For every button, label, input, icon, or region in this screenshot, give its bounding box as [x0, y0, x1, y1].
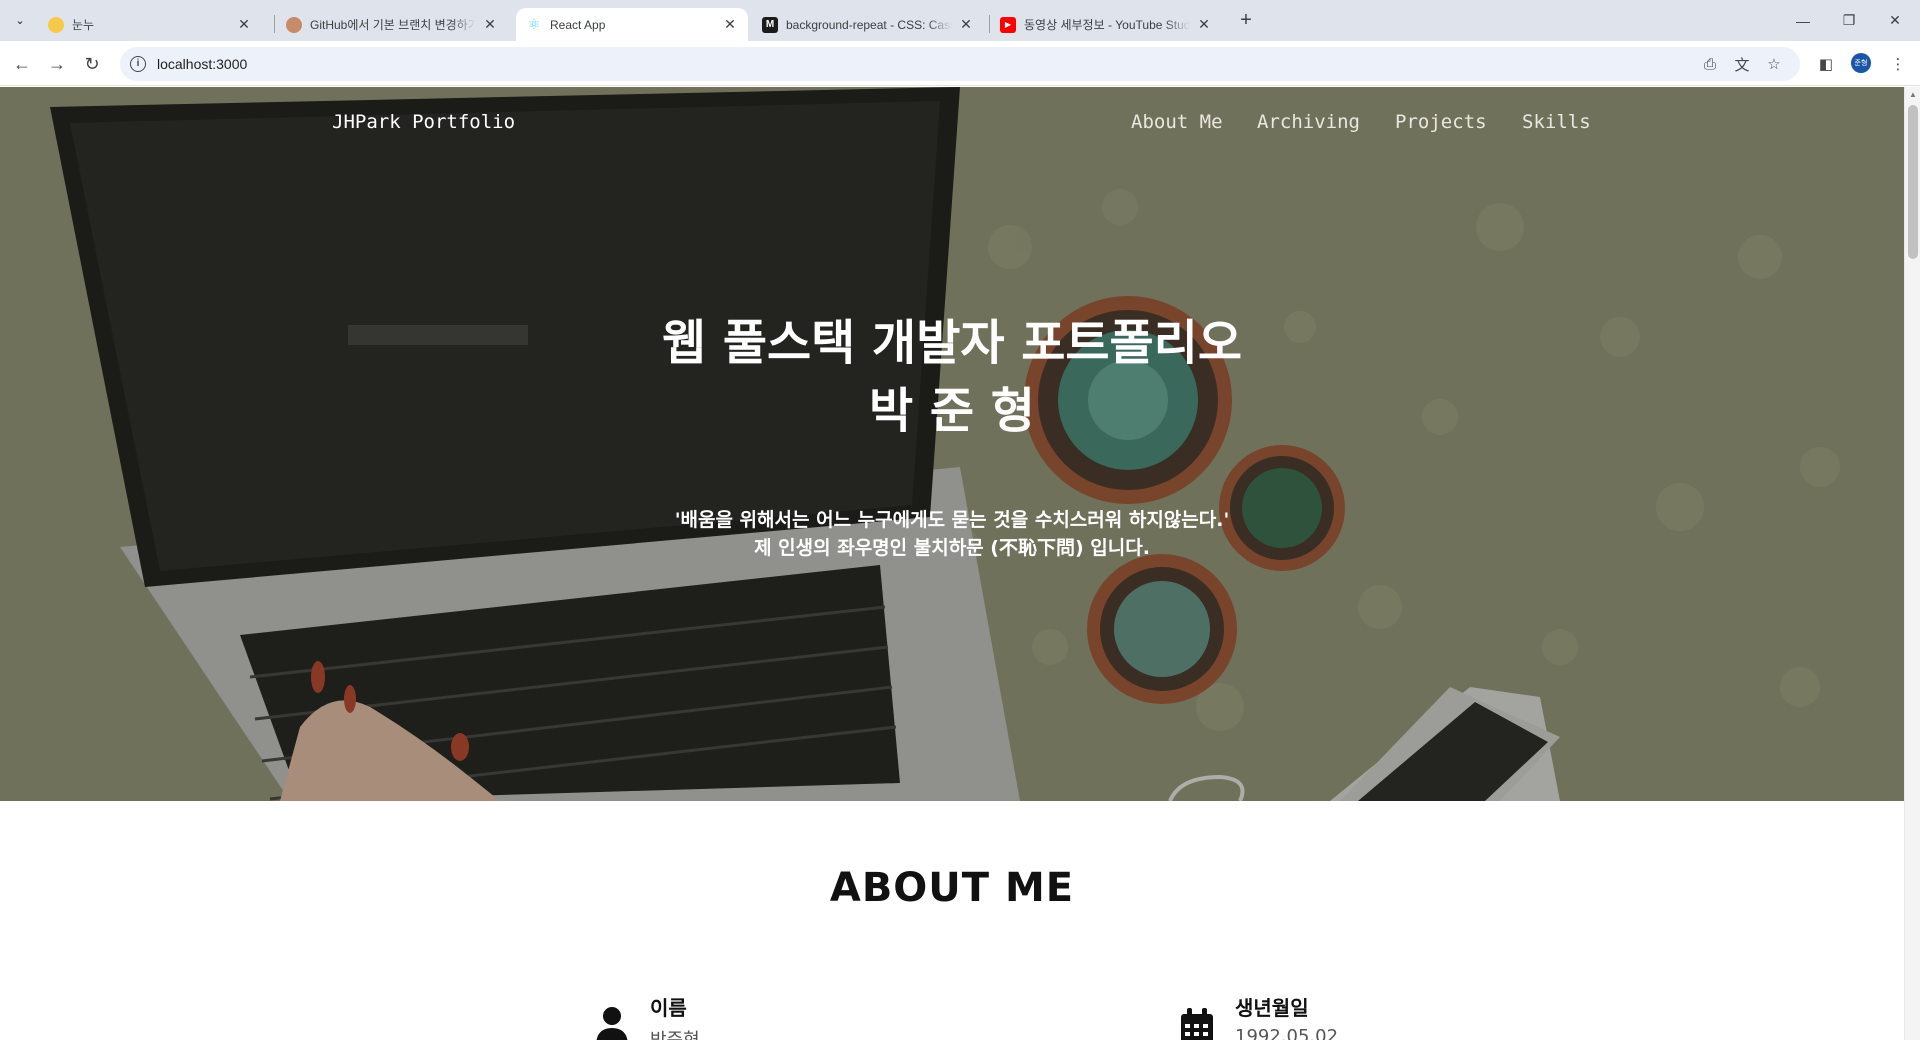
tab-title: React App: [550, 17, 606, 32]
about-item-birthdate: 생년월일 1992.05.02: [1180, 992, 1580, 1040]
nav-link-projects[interactable]: Projects: [1395, 111, 1487, 133]
address-bar[interactable]: i localhost:3000 ⎙ 文 ☆: [120, 47, 1800, 81]
browser-toolbar: ← → ↻ i localhost:3000 ⎙ 文 ☆ ◧ ⋮: [0, 41, 1920, 86]
emoji-face-icon: [48, 16, 64, 33]
site-header: JHPark Portfolio About Me Archiving Proj…: [0, 87, 1904, 157]
close-tab-icon[interactable]: ✕: [482, 16, 498, 33]
close-tab-icon[interactable]: ✕: [1196, 16, 1212, 33]
hero-title: 웹 풀스택 개발자 포트폴리오 박 준 형: [0, 309, 1904, 445]
nav-link-skills[interactable]: Skills: [1522, 111, 1591, 133]
about-item-value: 박준형: [650, 1026, 700, 1040]
nav-link-archiving[interactable]: Archiving: [1257, 111, 1360, 133]
hero-quote-line: '배움을 위해서는 어느 누구에게도 묻는 것을 수치스러워 하지않는다.': [674, 509, 1230, 531]
react-icon: ⚛: [527, 16, 541, 32]
scroll-up-arrow-icon[interactable]: ▲: [1909, 90, 1917, 99]
scrollbar-thumb[interactable]: [1908, 105, 1918, 259]
page-viewport: JHPark Portfolio About Me Archiving Proj…: [0, 87, 1904, 1040]
new-tab-button[interactable]: +: [1234, 9, 1258, 33]
browser-tab[interactable]: GitHub에서 기본 브랜치 변경하기 ✕: [276, 8, 508, 41]
translate-icon[interactable]: 文: [1732, 55, 1752, 74]
tab-search-chevron-icon[interactable]: ⌄: [8, 8, 32, 32]
tab-title: 눈누: [72, 18, 95, 32]
install-app-icon[interactable]: ⎙: [1700, 55, 1720, 73]
site-info-icon[interactable]: i: [130, 56, 146, 72]
avatar-icon: [286, 16, 302, 33]
site-brand-link[interactable]: JHPark Portfolio: [332, 111, 515, 133]
browser-tab[interactable]: ▶ 동영상 세부정보 - YouTube Studio ✕: [990, 8, 1222, 41]
about-section-title: ABOUT ME: [829, 865, 1075, 911]
close-tab-icon[interactable]: ✕: [722, 16, 738, 33]
page-scrollbar[interactable]: ▲: [1904, 87, 1920, 1040]
hero-quote: '배움을 위해서는 어느 누구에게도 묻는 것을 수치스러워 하지않는다.' 제…: [0, 506, 1904, 562]
more-menu-icon[interactable]: ⋮: [1888, 54, 1908, 74]
side-panel-icon[interactable]: ◧: [1816, 54, 1836, 74]
about-item-label: 생년월일: [1235, 996, 1309, 1020]
browser-tab-strip: ⌄ 눈누 ✕ GitHub에서 기본 브랜치 변경하기 ✕ ⚛ React Ap…: [0, 0, 1920, 41]
tab-title: GitHub에서 기본 브랜치 변경하기: [310, 18, 476, 32]
restore-window-icon[interactable]: ❐: [1826, 0, 1872, 41]
hero-motto-line: 제 인생의 좌우명인 불치하문 (不恥下問) 입니다.: [754, 537, 1150, 559]
mdn-icon: M: [762, 16, 778, 33]
address-bar-url[interactable]: localhost:3000: [157, 56, 247, 72]
hero-section: JHPark Portfolio About Me Archiving Proj…: [0, 87, 1904, 801]
close-tab-icon[interactable]: ✕: [236, 16, 252, 33]
about-item-label: 이름: [650, 996, 687, 1020]
about-item-value: 1992.05.02: [1235, 1026, 1339, 1040]
profile-avatar[interactable]: 준형: [1851, 53, 1871, 73]
back-arrow-icon[interactable]: ←: [8, 50, 36, 78]
minimize-window-icon[interactable]: —: [1780, 0, 1826, 41]
browser-tab[interactable]: M background-repeat - CSS: Cascading ✕: [752, 8, 984, 41]
youtube-icon: ▶: [1000, 16, 1016, 33]
tab-divider: [274, 15, 275, 33]
browser-tab[interactable]: 눈누 ✕: [38, 8, 262, 41]
close-window-icon[interactable]: ✕: [1872, 0, 1918, 41]
bookmark-star-icon[interactable]: ☆: [1764, 55, 1784, 73]
hero-title-line: 웹 풀스택 개발자 포트폴리오: [661, 315, 1243, 371]
hero-name: 박 준 형: [869, 383, 1035, 439]
tab-title: 동영상 세부정보 - YouTube Studio: [1024, 18, 1190, 32]
reload-icon[interactable]: ↻: [78, 50, 106, 78]
forward-arrow-icon[interactable]: →: [43, 50, 71, 78]
nav-link-about-me[interactable]: About Me: [1131, 111, 1223, 133]
person-icon: [596, 1007, 628, 1040]
tab-title: background-repeat - CSS: Cascading: [786, 17, 952, 32]
close-tab-icon[interactable]: ✕: [958, 16, 974, 33]
calendar-icon: [1181, 1008, 1213, 1040]
about-item-name: 이름 박준형: [595, 992, 995, 1040]
browser-tab-active[interactable]: ⚛ React App ✕: [516, 8, 748, 41]
